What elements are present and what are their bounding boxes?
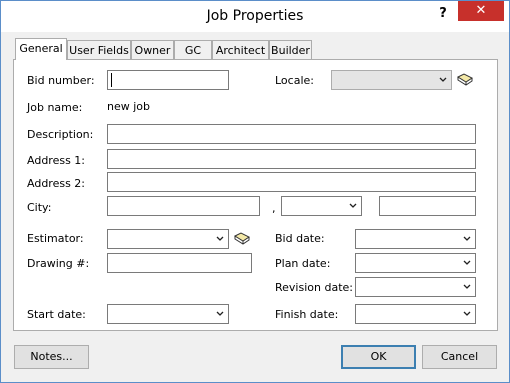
finish-date-picker[interactable] — [355, 304, 476, 324]
chevron-down-icon — [216, 236, 224, 241]
tab-gc[interactable]: GC — [174, 40, 212, 59]
job-properties-dialog: Job Properties ? ✕ General User Fields O… — [0, 0, 510, 383]
city-separator: , — [272, 202, 276, 215]
title-bar: Job Properties ? ✕ — [1, 1, 509, 32]
description-label: Description: — [27, 128, 94, 141]
bid-date-label: Bid date: — [275, 232, 325, 245]
text-caret — [111, 73, 112, 87]
plan-date-picker[interactable] — [355, 253, 476, 273]
locale-label: Locale: — [275, 74, 314, 87]
plan-date-label: Plan date: — [275, 257, 331, 270]
cancel-button[interactable]: Cancel — [422, 345, 497, 369]
general-panel: Bid number: Locale: Job name: new job De… — [13, 59, 498, 331]
city-input[interactable] — [107, 196, 260, 216]
address2-label: Address 2: — [27, 177, 86, 190]
chevron-down-icon — [216, 311, 224, 316]
job-name-value: new job — [107, 100, 151, 113]
close-button[interactable]: ✕ — [458, 1, 504, 21]
tab-strip: General User Fields Owner GC Architect B… — [1, 38, 510, 61]
book-icon[interactable] — [457, 73, 473, 87]
address2-input[interactable] — [107, 172, 476, 192]
start-date-label: Start date: — [27, 308, 86, 321]
finish-date-label: Finish date: — [275, 308, 339, 321]
state-dropdown[interactable] — [281, 196, 362, 216]
revision-date-label: Revision date: — [275, 281, 353, 294]
city-label: City: — [27, 201, 52, 214]
tab-architect[interactable]: Architect — [212, 40, 269, 59]
estimator-label: Estimator: — [27, 232, 84, 245]
tab-builder[interactable]: Builder — [269, 40, 312, 59]
chevron-down-icon — [439, 77, 447, 82]
revision-date-picker[interactable] — [355, 277, 476, 297]
tab-general[interactable]: General — [15, 38, 67, 60]
estimator-dropdown[interactable] — [107, 229, 229, 249]
drawing-input[interactable] — [107, 253, 252, 273]
bid-number-input[interactable] — [107, 70, 229, 90]
notes-button[interactable]: Notes... — [14, 345, 89, 369]
start-date-picker[interactable] — [107, 304, 229, 324]
bid-date-picker[interactable] — [355, 229, 476, 249]
chevron-down-icon — [463, 284, 471, 289]
drawing-label: Drawing #: — [27, 257, 90, 270]
help-button[interactable]: ? — [433, 4, 453, 24]
description-input[interactable] — [107, 124, 476, 144]
book-icon[interactable] — [234, 232, 250, 246]
zip-input[interactable] — [379, 196, 476, 216]
tab-owner[interactable]: Owner — [131, 40, 174, 59]
chevron-down-icon — [463, 236, 471, 241]
chevron-down-icon — [463, 260, 471, 265]
chevron-down-icon — [349, 203, 357, 208]
address1-label: Address 1: — [27, 154, 86, 167]
bid-number-label: Bid number: — [27, 74, 95, 87]
tab-user-fields[interactable]: User Fields — [67, 40, 131, 59]
ok-button[interactable]: OK — [341, 345, 416, 369]
address1-input[interactable] — [107, 149, 476, 169]
locale-dropdown[interactable] — [331, 70, 452, 90]
chevron-down-icon — [463, 311, 471, 316]
job-name-label: Job name: — [27, 101, 83, 114]
